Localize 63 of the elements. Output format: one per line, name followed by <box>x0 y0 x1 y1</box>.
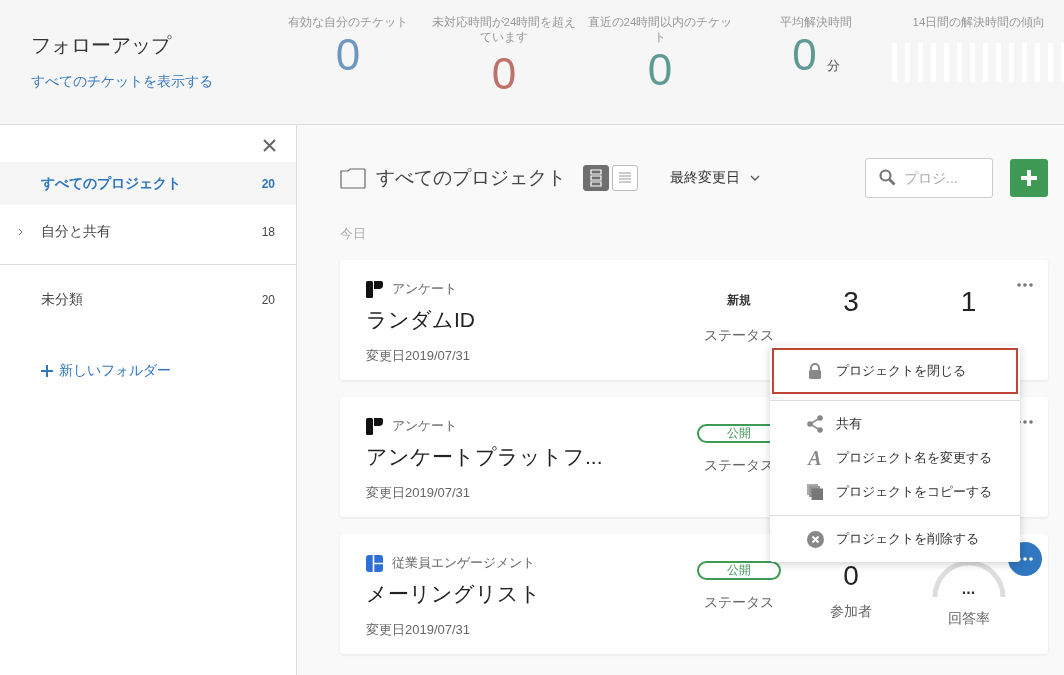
modified-date: 変更日2019/07/31 <box>366 621 471 639</box>
trend-label: 14日間の解決時間の傾向 <box>911 15 1047 30</box>
gauge-value: ... <box>961 580 976 598</box>
status-label: ステータス <box>703 594 774 612</box>
stat-value: 3 <box>843 289 859 315</box>
stat-value: 1 <box>960 289 977 315</box>
plus-icon <box>41 365 53 377</box>
survey-logo-icon <box>366 417 383 435</box>
metric-value: 0 <box>792 30 817 80</box>
stat-label: 回答率 <box>947 610 990 628</box>
search-field[interactable]: プロジ... <box>865 158 993 198</box>
search-icon <box>879 169 896 186</box>
menu-item[interactable]: A プロジェクト名を変更する <box>772 441 1018 475</box>
project-name[interactable]: ランダムID <box>366 306 475 334</box>
menu-item[interactable]: プロジェクトをコピーする <box>772 475 1018 509</box>
section-heading: 今日 <box>340 225 366 243</box>
metric-value: 0 <box>491 49 517 99</box>
engagement-logo-icon <box>366 554 383 572</box>
sort-dropdown[interactable]: 最終変更日 <box>670 169 760 187</box>
project-type: 従業員エンゲージメント <box>392 554 535 572</box>
stat-label: 参加者 <box>830 603 872 621</box>
folder-title: すべてのプロジェクト <box>376 166 566 190</box>
lock-icon <box>808 363 822 379</box>
metric-label: 直近の24時間以内のチケット <box>586 15 734 45</box>
folder-item[interactable]: すべてのプロジェクト 20 <box>0 162 296 205</box>
page-title: フォローアップ <box>31 33 171 58</box>
modified-date: 変更日2019/07/31 <box>366 484 471 502</box>
metric-label: 未対応時間が24時間を超えています <box>430 15 578 45</box>
folder-item[interactable]: 自分と共有 18 <box>0 205 296 258</box>
chevron-down-icon <box>750 175 760 181</box>
survey-logo-icon <box>366 280 383 298</box>
view-all-tickets-link[interactable]: すべてのチケットを表示する <box>31 73 213 91</box>
chevron-right-icon[interactable] <box>18 227 23 236</box>
plus-icon <box>1020 169 1038 187</box>
view-toggle[interactable] <box>583 165 609 191</box>
copy-icon <box>806 483 824 501</box>
italic-a-icon: A <box>808 449 822 467</box>
status-label: ステータス <box>703 327 774 345</box>
add-button[interactable] <box>1010 159 1048 197</box>
stat-value: 0 <box>843 563 859 589</box>
metric-label: 平均解決時間 <box>779 15 853 30</box>
menu-item[interactable]: プロジェクトを削除する <box>772 522 1018 556</box>
status-value: 新規 <box>726 292 751 309</box>
status-badge: 公開 <box>696 561 781 580</box>
more-icon <box>1017 283 1033 287</box>
folder-icon <box>340 167 366 189</box>
view-toggle[interactable] <box>612 165 638 191</box>
metric-label: 有効な自分のチケット <box>287 15 409 30</box>
share-icon <box>806 415 824 433</box>
metric-value: 0 <box>335 30 361 80</box>
project-type: アンケート <box>392 417 457 435</box>
menu-item[interactable]: プロジェクトを閉じる <box>772 348 1018 394</box>
project-type: アンケート <box>392 280 457 298</box>
metric-value: 0 <box>647 45 673 95</box>
project-name[interactable]: アンケートプラットフ... <box>366 443 603 471</box>
close-icon[interactable] <box>263 139 276 152</box>
card-view-icon <box>588 168 604 188</box>
folder-item[interactable]: 未分類 20 <box>0 278 296 321</box>
metric-unit: 分 <box>826 57 840 75</box>
modified-date: 変更日2019/07/31 <box>366 347 471 365</box>
project-name[interactable]: メーリングリスト <box>366 580 541 608</box>
delete-icon <box>806 530 824 548</box>
new-folder-link[interactable]: 新しいフォルダー <box>41 362 171 380</box>
